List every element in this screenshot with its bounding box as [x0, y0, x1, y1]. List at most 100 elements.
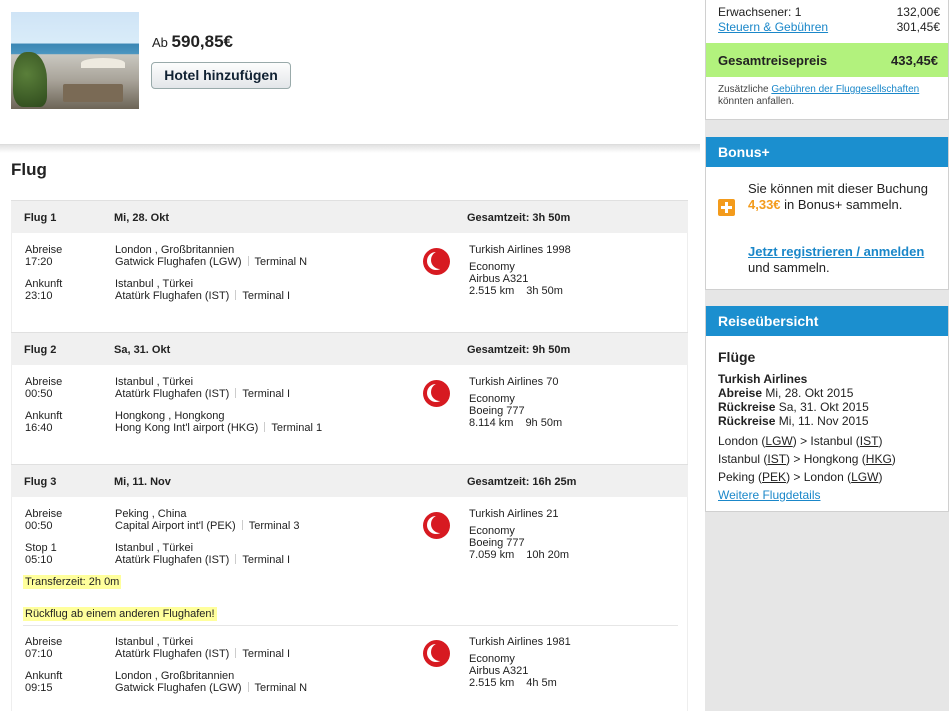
segment-divider	[23, 625, 678, 626]
departure-time: 00:50	[25, 520, 53, 532]
note-suffix: könnten anfallen.	[718, 96, 795, 107]
departure-label: Abreise	[25, 376, 63, 388]
summary-dep-date: Mi, 28. Okt 2015	[765, 386, 854, 400]
transfer-time-note: Transferzeit: 2h 0m	[23, 575, 122, 589]
departure-label: Abreise	[25, 244, 63, 256]
departure-time: 00:50	[25, 388, 53, 400]
adults-row: Erwachsener: 1 132,00€	[718, 5, 940, 19]
stop-label: Stop 1	[25, 542, 57, 554]
bonus-panel: Bonus+ Sie können mit dieser Buchung 4,3…	[705, 137, 949, 290]
cabin-class: Economy	[469, 261, 515, 273]
flight-date: Sa, 31. Okt	[114, 344, 171, 356]
price-panel: Erwachsener: 1 132,00€ Steuern & Gebühre…	[705, 0, 949, 120]
turkish-airlines-logo-icon	[423, 512, 450, 539]
total-label: Gesamtreisepreis	[718, 53, 828, 68]
aircraft-type: Boeing 777	[469, 537, 525, 549]
turkish-airlines-logo-icon	[423, 640, 450, 667]
summary-return-2: Rückreise Mi, 11. Nov 2015	[718, 414, 943, 428]
arrival-time: 23:10	[25, 290, 53, 302]
add-hotel-button[interactable]: Hotel hinzufügen	[151, 62, 291, 89]
arrival-terminal: Terminal 1	[271, 422, 323, 434]
departure-airport: Atatürk Flughafen (IST)	[115, 388, 230, 400]
distance-duration-row: 8.114 km 9h 50m	[469, 417, 562, 429]
section-title: Flug	[11, 160, 47, 179]
flight-header-3: Flug 3 Mi, 11. Nov Gesamtzeit: 16h 25m	[11, 464, 688, 497]
note-prefix: Zusätzliche	[718, 84, 772, 95]
departure-time: 07:10	[25, 648, 53, 660]
departure-airport: Gatwick Flughafen (LGW)	[115, 256, 242, 268]
flight-label: Flug 2	[24, 344, 57, 356]
flight-date: Mi, 11. Nov	[114, 476, 171, 488]
airline-flight: Turkish Airlines 1998	[469, 244, 571, 256]
arrival-airport: Gatwick Flughafen (LGW)	[115, 682, 242, 694]
arrival-label: Ankunft	[25, 410, 63, 422]
register-login-link[interactable]: Jetzt registrieren / anmelden	[748, 244, 924, 259]
departure-terminal: Terminal I	[242, 648, 291, 660]
bonus-text-suffix: in Bonus+ sammeln.	[780, 197, 903, 212]
arrival-airport-row: Atatürk Flughafen (IST) Terminal I	[115, 290, 290, 302]
arrival-city: Istanbul , Türkei	[115, 278, 194, 290]
duration: 4h 5m	[526, 677, 557, 689]
summary-route: Istanbul (IST) > Hongkong (HKG)	[718, 452, 896, 466]
divider	[0, 145, 700, 153]
arrival-airport-row: Gatwick Flughafen (LGW) Terminal N	[115, 682, 307, 694]
bonus-text: Sie können mit dieser Buchung 4,33€ in B…	[748, 181, 943, 213]
arrival-terminal: Terminal N	[254, 682, 308, 694]
more-flight-details-link[interactable]: Weitere Flugdetails	[718, 488, 821, 502]
hotel-price: 590,85€	[171, 32, 233, 51]
duration: 9h 50m	[525, 417, 563, 429]
arrival-label: Ankunft	[25, 670, 63, 682]
hotel-card: Ab 590,85€ Hotel hinzufügen	[0, 0, 700, 145]
distance-duration-row: 2.515 km 3h 50m	[469, 285, 563, 297]
different-airport-note: Rückflug ab einem anderen Flughafen!	[23, 607, 217, 621]
arrival-terminal: Terminal I	[242, 290, 291, 302]
departure-terminal: Terminal 3	[248, 520, 300, 532]
aircraft-type: Airbus A321	[469, 273, 529, 285]
summary-return: Rückreise Sa, 31. Okt 2015	[718, 400, 943, 414]
flight-total-time: Gesamtzeit: 3h 50m	[467, 212, 571, 224]
arrival-time: 16:40	[25, 422, 53, 434]
summary-route: London (LGW) > Istanbul (IST)	[718, 434, 883, 448]
flight-segment: Abreise 00:50 Istanbul , Türkei Atatürk …	[12, 376, 689, 444]
cabin-class: Economy	[469, 653, 515, 665]
plus-icon	[718, 199, 735, 216]
flight-header-2: Flug 2 Sa, 31. Okt Gesamtzeit: 9h 50m	[11, 332, 688, 365]
departure-label: Abreise	[25, 636, 63, 648]
adults-label: Erwachsener: 1	[718, 5, 802, 19]
departure-airport: Capital Airport int'l (PEK)	[115, 520, 236, 532]
summary-body: Flüge Turkish Airlines Abreise Mi, 28. O…	[718, 350, 943, 502]
departure-city: Peking , China	[115, 508, 187, 520]
airline-fees-link[interactable]: Gebühren der Fluggesellschaften	[771, 84, 919, 95]
stop-time: 05:10	[25, 554, 53, 566]
flight-total-time: Gesamtzeit: 9h 50m	[467, 344, 571, 356]
arrival-city: Hongkong , Hongkong	[115, 410, 225, 422]
taxes-row: Steuern & Gebühren 301,45€	[718, 20, 940, 34]
turkish-airlines-logo-icon	[423, 380, 450, 407]
flight-header-1: Flug 1 Mi, 28. Okt Gesamtzeit: 3h 50m	[11, 200, 688, 233]
taxes-link[interactable]: Steuern & Gebühren	[718, 20, 828, 34]
departure-city: Istanbul , Türkei	[115, 376, 194, 388]
summary-ret2-date: Mi, 11. Nov 2015	[778, 414, 869, 428]
duration: 3h 50m	[526, 285, 563, 297]
departure-city: Istanbul , Türkei	[115, 636, 194, 648]
cabin-class: Economy	[469, 393, 515, 405]
arrival-airport: Hong Kong Int'l airport (HKG)	[115, 422, 259, 434]
airline-flight: Turkish Airlines 21	[469, 508, 559, 520]
flight-segment: Abreise 00:50 Peking , China Capital Air…	[12, 508, 689, 576]
arrival-airport: Atatürk Flughafen (IST)	[115, 554, 230, 566]
flight-segment: Abreise 07:10 Istanbul , Türkei Atatürk …	[12, 636, 689, 704]
departure-label: Abreise	[25, 508, 63, 520]
departure-time: 17:20	[25, 256, 53, 268]
summary-heading: Flüge	[718, 349, 756, 365]
airline-flight: Turkish Airlines 70	[469, 376, 559, 388]
hotel-image[interactable]	[11, 12, 139, 109]
departure-terminal: Terminal N	[254, 256, 308, 268]
total-amount: 433,45€	[891, 53, 938, 68]
aircraft-type: Airbus A321	[469, 665, 529, 677]
distance-duration-row: 2.515 km 4h 5m	[469, 677, 557, 689]
bonus-text-prefix: Sie können mit dieser Buchung	[748, 181, 928, 196]
summary-ret-date: Sa, 31. Okt 2015	[778, 400, 869, 414]
summary-airline: Turkish Airlines	[718, 372, 808, 386]
trip-summary-panel: Reiseübersicht Flüge Turkish Airlines Ab…	[705, 306, 949, 512]
bonus-register-block: Jetzt registrieren / anmelden und sammel…	[748, 244, 948, 276]
